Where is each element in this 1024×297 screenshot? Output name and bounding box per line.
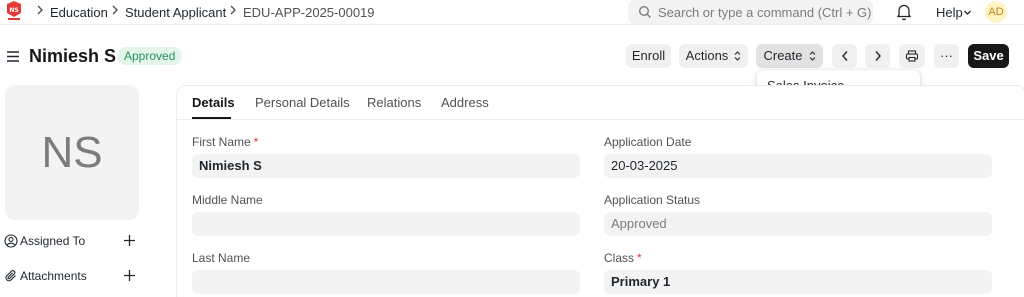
first-name-label-text: First Name [192,135,251,149]
chevron-down-icon [964,10,971,15]
sidebar-item-label: Attachments [20,269,87,283]
tabs-divider [177,119,1024,120]
application-date-label: Application Date [604,135,692,149]
updown-chevron-icon [809,51,815,61]
first-name-label: First Name * [192,135,258,149]
chevron-right-icon [37,5,43,15]
school-logo[interactable]: NS [5,0,23,21]
updown-chevron-icon [734,51,741,61]
actions-button[interactable]: Actions [679,44,748,68]
svg-text:NS: NS [9,7,18,14]
chevron-left-icon [841,51,848,61]
sidebar-item-label: Assigned To [20,234,86,248]
bell-icon[interactable] [896,3,912,21]
first-name-field[interactable]: Nimiesh S [192,154,580,178]
user-avatar[interactable]: AD [985,1,1007,23]
middle-name-label: Middle Name [192,193,263,207]
student-avatar[interactable]: NS [5,85,139,220]
save-button[interactable]: Save [968,44,1009,68]
form-card [176,85,1024,297]
breadcrumb-document-id[interactable]: EDU-APP-2025-00019 [243,5,375,20]
paperclip-icon [5,270,16,282]
chevron-right-icon [112,5,118,15]
help-menu[interactable]: Help [936,5,963,20]
class-field[interactable]: Primary 1 [604,270,992,294]
sidebar-item-attachments[interactable]: Attachments [4,267,136,285]
more-options-button[interactable]: ··· [934,44,959,68]
tab-personal-details[interactable]: Personal Details [255,95,350,110]
next-record-button[interactable] [865,44,890,68]
breadcrumb-student-applicant[interactable]: Student Applicant [125,5,226,20]
required-star: * [253,135,259,149]
tab-details[interactable]: Details [192,95,235,110]
create-button[interactable]: Create [756,44,823,68]
required-star: * [637,251,642,265]
search-bar[interactable]: Search or type a command (Ctrl + G) [628,0,873,24]
breadcrumb-education[interactable]: Education [50,5,108,20]
active-tab-indicator [192,117,231,119]
enroll-button[interactable]: Enroll [626,44,671,68]
page-title: Nimiesh S [29,46,117,66]
class-label: Class * [604,251,642,265]
user-circle-icon [4,234,18,248]
last-name-label: Last Name [192,251,251,265]
application-status-label: Application Status [604,193,701,207]
chevron-right-icon [230,5,236,15]
create-button-label: Create [763,48,803,63]
chevron-right-icon [874,51,881,61]
printer-icon [905,50,919,62]
hamburger-icon[interactable] [7,51,19,62]
tab-address[interactable]: Address [441,95,489,110]
class-label-text: Class [604,251,635,265]
plus-icon[interactable] [123,234,136,247]
middle-name-field[interactable] [192,212,580,236]
tab-relations[interactable]: Relations [367,95,421,110]
top-navbar: NS Education Student Applicant EDU-APP-2… [0,0,1024,25]
search-icon [638,5,651,18]
previous-record-button[interactable] [832,44,857,68]
status-badge: Approved [117,47,183,65]
print-button[interactable] [899,44,925,68]
plus-icon[interactable] [123,269,136,282]
search-placeholder: Search or type a command (Ctrl + G) [658,5,872,20]
last-name-field[interactable] [192,270,580,294]
sidebar-item-assigned-to[interactable]: Assigned To [4,232,136,250]
application-date-field[interactable]: 20-03-2025 [604,154,992,178]
actions-button-label: Actions [685,48,729,63]
application-status-field: Approved [604,212,992,236]
